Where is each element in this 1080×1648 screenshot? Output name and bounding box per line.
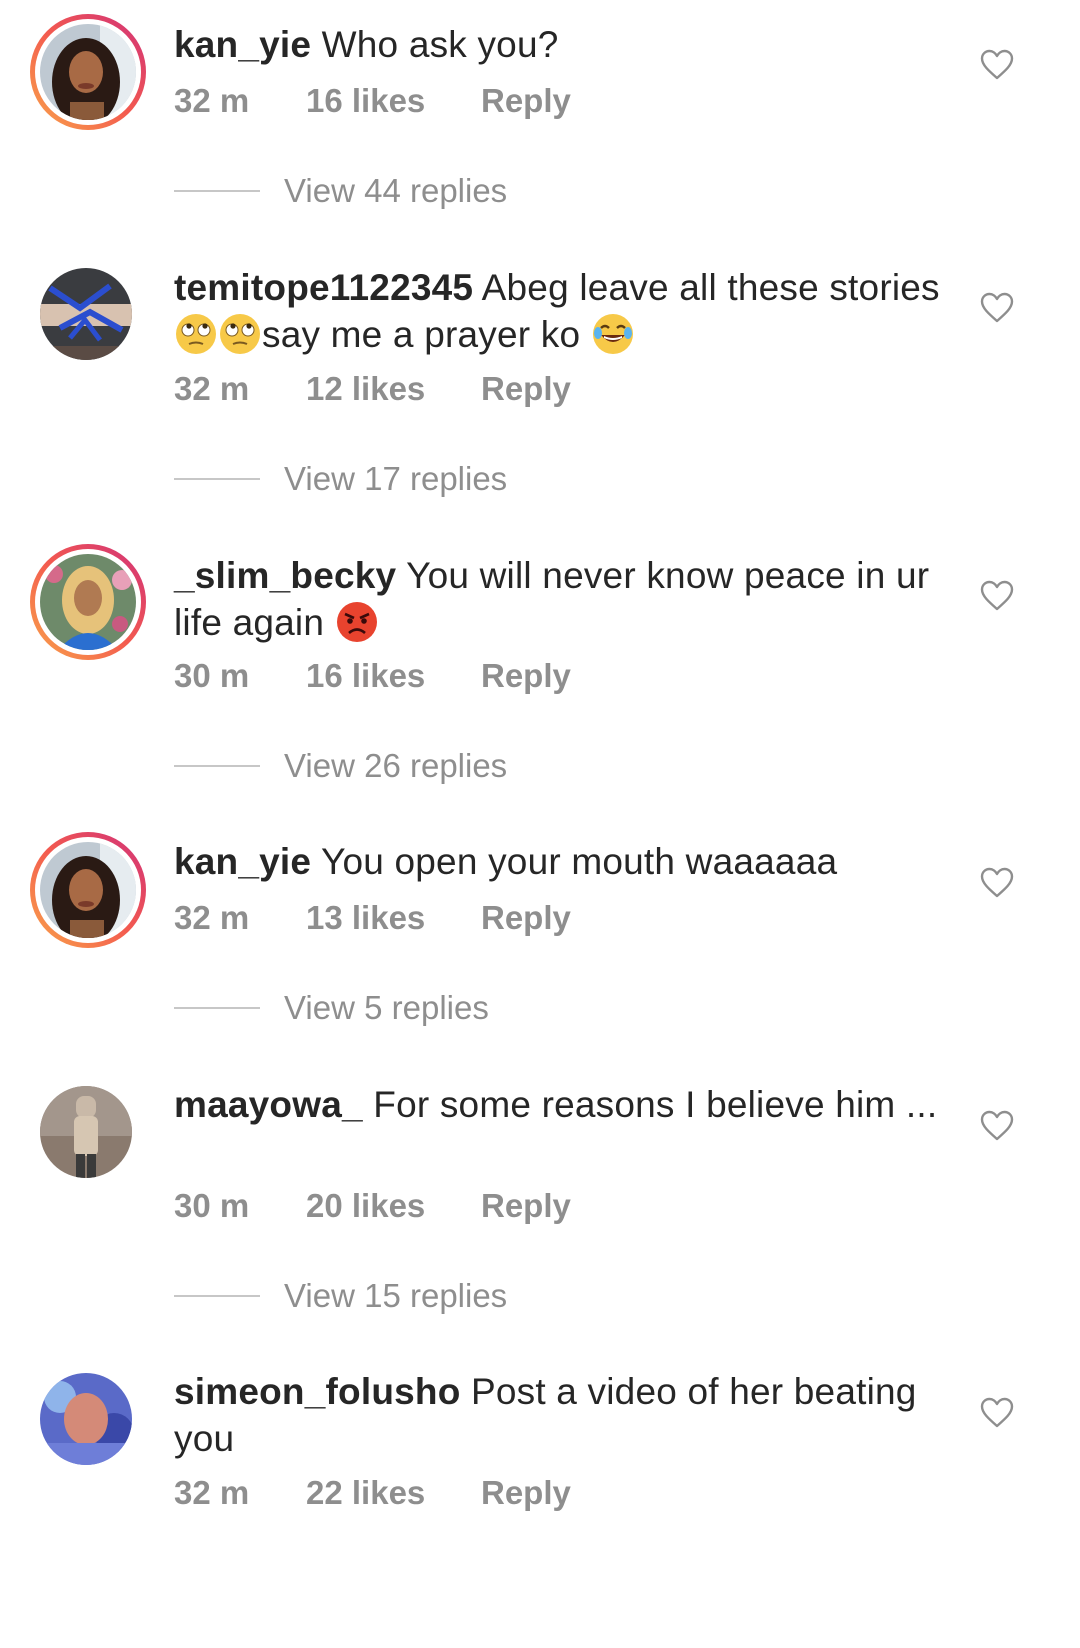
reply-button[interactable]: Reply	[481, 1473, 571, 1513]
view-replies-label: View 17 replies	[284, 460, 508, 497]
avatar-photo	[40, 554, 136, 650]
view-replies-label: View 44 replies	[284, 172, 508, 209]
tears-of-joy-emoji-icon	[592, 313, 634, 355]
comment-text: simeon_folusho Post a video of her beati…	[174, 1368, 964, 1462]
avatar[interactable]	[40, 268, 132, 360]
comment-username[interactable]: simeon_folusho	[174, 1371, 461, 1412]
rolling-eyes-emoji-icon	[219, 313, 261, 355]
reply-button[interactable]: Reply	[481, 369, 571, 409]
like-heart-icon[interactable]	[980, 1397, 1014, 1429]
comment-likes-count[interactable]: 16 likes	[306, 656, 425, 696]
like-heart-icon[interactable]	[980, 1110, 1014, 1142]
comment-text: kan_yie You open your mouth waaaaaa	[174, 838, 964, 885]
reply-button[interactable]: Reply	[481, 656, 571, 696]
comment-username[interactable]: maayowa_	[174, 1084, 363, 1125]
comment-username[interactable]: _slim_becky	[174, 555, 396, 596]
avatar[interactable]	[30, 832, 146, 948]
comment-timestamp: 32 m	[174, 1474, 250, 1511]
avatar[interactable]	[30, 14, 146, 130]
comment-text: kan_yie Who ask you?	[174, 21, 964, 68]
comment-likes-count[interactable]: 13 likes	[306, 898, 425, 938]
comment-timestamp: 30 m	[174, 657, 250, 694]
reply-button[interactable]: Reply	[481, 1186, 571, 1226]
view-replies-divider	[174, 1295, 260, 1297]
avatar[interactable]	[40, 1373, 132, 1465]
view-replies-divider	[174, 1007, 260, 1009]
comment-body-part2: say me a prayer ko	[262, 314, 591, 355]
view-replies-divider	[174, 765, 260, 767]
angry-face-emoji-icon	[336, 601, 378, 643]
comment-likes-count[interactable]: 20 likes	[306, 1186, 425, 1226]
like-heart-icon[interactable]	[980, 292, 1014, 324]
comment-username[interactable]: kan_yie	[174, 24, 311, 65]
comment-body: For some reasons I believe him ...	[373, 1084, 938, 1125]
view-replies-label: View 26 replies	[284, 747, 508, 784]
comment-timestamp: 32 m	[174, 370, 250, 407]
view-replies-label: View 15 replies	[284, 1277, 508, 1314]
comment-likes-count[interactable]: 16 likes	[306, 81, 425, 121]
reply-button[interactable]: Reply	[481, 81, 571, 121]
comment-likes-count[interactable]: 22 likes	[306, 1473, 425, 1513]
like-heart-icon[interactable]	[980, 580, 1014, 612]
avatar[interactable]	[30, 544, 146, 660]
view-replies-label: View 5 replies	[284, 989, 489, 1026]
avatar[interactable]	[40, 1086, 132, 1178]
comment-body: You open your mouth waaaaaa	[320, 841, 838, 882]
avatar-photo	[40, 24, 136, 120]
comment-timestamp: 32 m	[174, 899, 250, 936]
view-replies-divider	[174, 478, 260, 480]
comment-body-part1: Abeg leave all these stories	[481, 267, 940, 308]
comment-likes-count[interactable]: 12 likes	[306, 369, 425, 409]
like-heart-icon[interactable]	[980, 49, 1014, 81]
comment-text: maayowa_ For some reasons I believe him …	[174, 1081, 964, 1128]
comment-body: Who ask you?	[321, 24, 559, 65]
comment-username[interactable]: kan_yie	[174, 841, 311, 882]
avatar-photo	[40, 842, 136, 938]
view-replies-divider	[174, 190, 260, 192]
comment-timestamp: 32 m	[174, 82, 250, 119]
comment-text: temitope1122345 Abeg leave all these sto…	[174, 264, 964, 358]
comment-timestamp: 30 m	[174, 1187, 250, 1224]
reply-button[interactable]: Reply	[481, 898, 571, 938]
rolling-eyes-emoji-icon	[175, 313, 217, 355]
comment-text: _slim_becky You will never know peace in…	[174, 552, 964, 646]
like-heart-icon[interactable]	[980, 867, 1014, 899]
comment-username[interactable]: temitope1122345	[174, 267, 473, 308]
